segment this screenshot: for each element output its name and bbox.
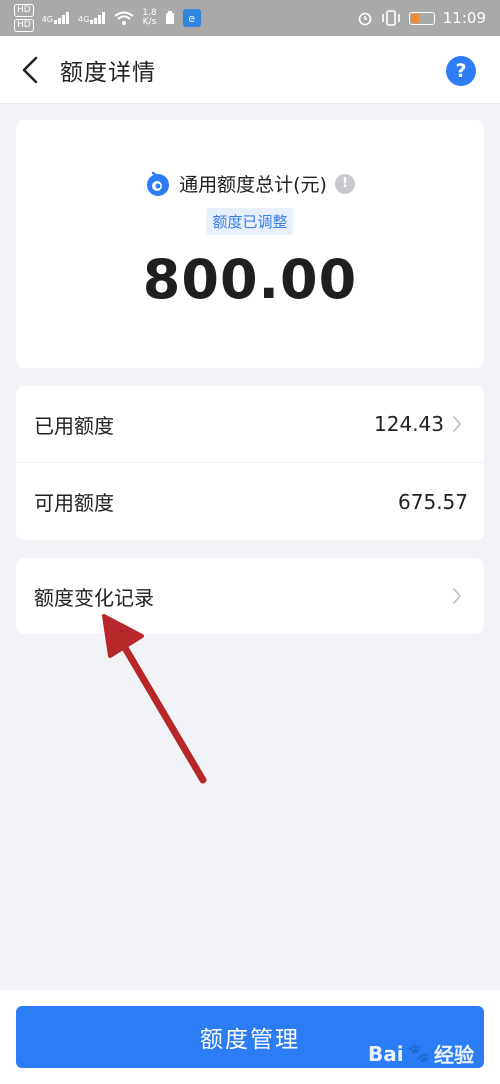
- paw-icon: 🐾: [407, 1043, 430, 1064]
- info-icon[interactable]: !: [334, 173, 355, 194]
- usage-card: 已用额度 124.43 可用额度 675.57: [16, 386, 484, 540]
- credit-history-row[interactable]: 额度变化记录: [16, 558, 484, 634]
- used-credit-label: 已用额度: [34, 413, 114, 438]
- credit-history-label: 额度变化记录: [34, 585, 154, 610]
- chevron-right-icon: [452, 415, 466, 433]
- battery-saver-icon: [165, 11, 174, 24]
- total-credit-label: 通用额度总计(元): [179, 174, 327, 196]
- credit-history-card[interactable]: 额度变化记录: [16, 558, 484, 634]
- signal-bars-icon: [54, 12, 69, 24]
- status-bar: HD HD 4G 4G 1.8 K/s e 11:09: [0, 0, 500, 36]
- total-label-row: 通用额度总计(元) !: [16, 170, 484, 197]
- available-credit-label: 可用额度: [34, 491, 114, 515]
- used-credit-row[interactable]: 已用额度 124.43: [16, 386, 484, 463]
- chevron-right-icon: [452, 587, 466, 605]
- signal-bars-icon: [90, 12, 106, 24]
- wifi-icon: [114, 11, 134, 25]
- watermark-logo: Bai 🐾 经验: [368, 1039, 474, 1068]
- signal-label-1: 4G: [41, 15, 53, 24]
- signal-icon-1: 4G: [42, 12, 70, 24]
- network-badges: HD HD: [14, 4, 34, 32]
- signal-icon-2: 4G: [78, 12, 106, 24]
- battery-icon: [408, 11, 435, 25]
- page-title: 额度详情: [60, 59, 156, 86]
- app-notification-icon: e: [182, 9, 201, 27]
- total-credit-card: 通用额度总计(元) ! 额度已调整 800.00: [16, 120, 484, 368]
- chevron-left-icon: [22, 56, 38, 83]
- alarm-icon: [358, 12, 372, 26]
- hd-badge-2: HD: [14, 19, 34, 32]
- status-left: HD HD 4G 4G 1.8 K/s e: [14, 4, 201, 32]
- credit-adjusted-badge: 额度已调整: [206, 208, 294, 235]
- watermark-brand: Bai: [367, 1041, 404, 1066]
- watermark-url: jingyan.baidu.com: [388, 1070, 472, 1080]
- used-credit-value: 124.43: [374, 412, 444, 436]
- speed-unit: K/s: [142, 17, 157, 27]
- total-credit-amount: 800.00: [142, 248, 358, 311]
- hd-badge-1: HD: [14, 4, 34, 17]
- help-icon: ?: [455, 60, 467, 82]
- status-time: 11:09: [442, 9, 486, 27]
- available-credit-row: 可用额度 675.57: [16, 463, 484, 540]
- app-header: 额度详情 ?: [0, 36, 500, 104]
- help-button[interactable]: ?: [446, 56, 476, 86]
- watermark-suffix: 经验: [434, 1043, 474, 1067]
- back-button[interactable]: [0, 36, 60, 104]
- network-speed: 1.8 K/s: [142, 9, 156, 27]
- status-right: 11:09: [357, 9, 486, 27]
- available-credit-value: 675.57: [398, 489, 468, 514]
- vibrate-icon: [381, 10, 400, 26]
- bottom-bar: 额度管理 Bai 🐾 经验 jingyan.baidu.com: [0, 990, 500, 1084]
- signal-label-2: 4G: [78, 15, 90, 24]
- credit-brand-icon: [147, 171, 170, 196]
